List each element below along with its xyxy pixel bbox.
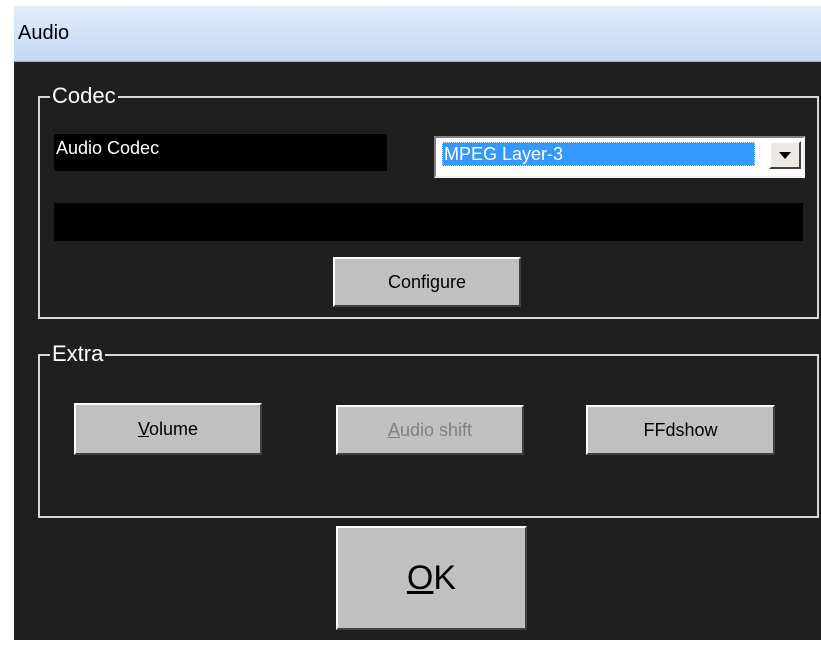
volume-button[interactable]: Volume [74,403,262,455]
chevron-down-icon[interactable] [769,141,801,169]
audio-dialog: Audio Codec Audio Codec MPEG Layer-3 Con… [14,6,821,640]
codec-select[interactable]: MPEG Layer-3 [434,136,805,178]
configure-button[interactable]: Configure [333,257,521,307]
audio-codec-label: Audio Codec [54,134,387,171]
ok-button[interactable]: OK [336,526,527,630]
codec-select-value: MPEG Layer-3 [442,142,755,166]
window-title: Audio [18,22,70,44]
extra-group: Extra Volume Audio shift FFdshow [38,341,819,518]
codec-info-field [54,203,803,241]
title-bar[interactable]: Audio [14,6,821,62]
codec-group-label: Codec [50,83,118,109]
ffdshow-button[interactable]: FFdshow [586,405,775,455]
audio-shift-button[interactable]: Audio shift [336,405,524,455]
codec-group: Codec Audio Codec MPEG Layer-3 Configure [38,83,819,319]
extra-group-label: Extra [50,341,106,367]
